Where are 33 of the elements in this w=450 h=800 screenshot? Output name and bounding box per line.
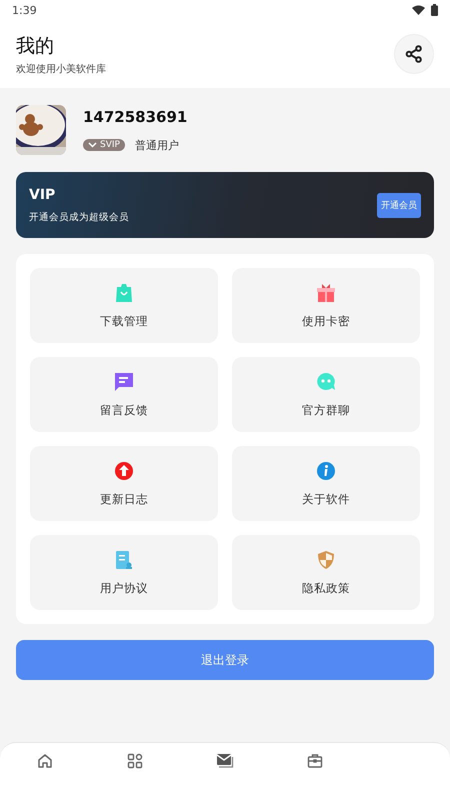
briefcase-icon	[307, 753, 323, 769]
vip-title: VIP	[29, 186, 56, 202]
menu-tile[interactable]: 官方群聊	[232, 357, 420, 432]
menu-tile[interactable]: 使用卡密	[232, 268, 420, 343]
bag-icon	[114, 282, 134, 302]
share-icon	[405, 45, 423, 63]
page-title: 我的	[16, 34, 55, 58]
menu-tile[interactable]: 关于软件	[232, 446, 420, 521]
menu-tile[interactable]: 用户协议	[30, 535, 218, 610]
vip-text: 开通会员成为超级会员	[29, 210, 129, 224]
message-icon	[114, 372, 134, 392]
wifi-icon	[412, 5, 425, 15]
open-membership-button[interactable]: 开通会员	[377, 192, 421, 218]
menu-tile[interactable]: 更新日志	[30, 446, 218, 521]
document-icon	[114, 550, 134, 570]
menu-tile[interactable]: 隐私政策	[232, 535, 420, 610]
user-role: 普通用户	[134, 138, 179, 152]
page-subtitle: 欢迎使用小美软件库	[16, 62, 106, 76]
menu-tile[interactable]: 留言反馈	[30, 357, 218, 432]
grid-icon	[127, 753, 143, 769]
chevron-icon	[88, 142, 97, 148]
username: 1472583691	[83, 108, 188, 126]
info-icon	[316, 460, 336, 480]
menu-tile[interactable]: 下载管理	[30, 268, 218, 343]
share-button[interactable]	[394, 34, 434, 74]
shield-icon	[316, 550, 336, 570]
chat-icon	[316, 372, 336, 392]
mail-icon	[216, 753, 234, 769]
gift-icon	[316, 282, 336, 302]
battery-icon	[431, 4, 438, 16]
status-time: 1:39	[12, 4, 37, 16]
svip-badge: SVIP	[83, 139, 125, 151]
home-icon	[37, 753, 53, 769]
